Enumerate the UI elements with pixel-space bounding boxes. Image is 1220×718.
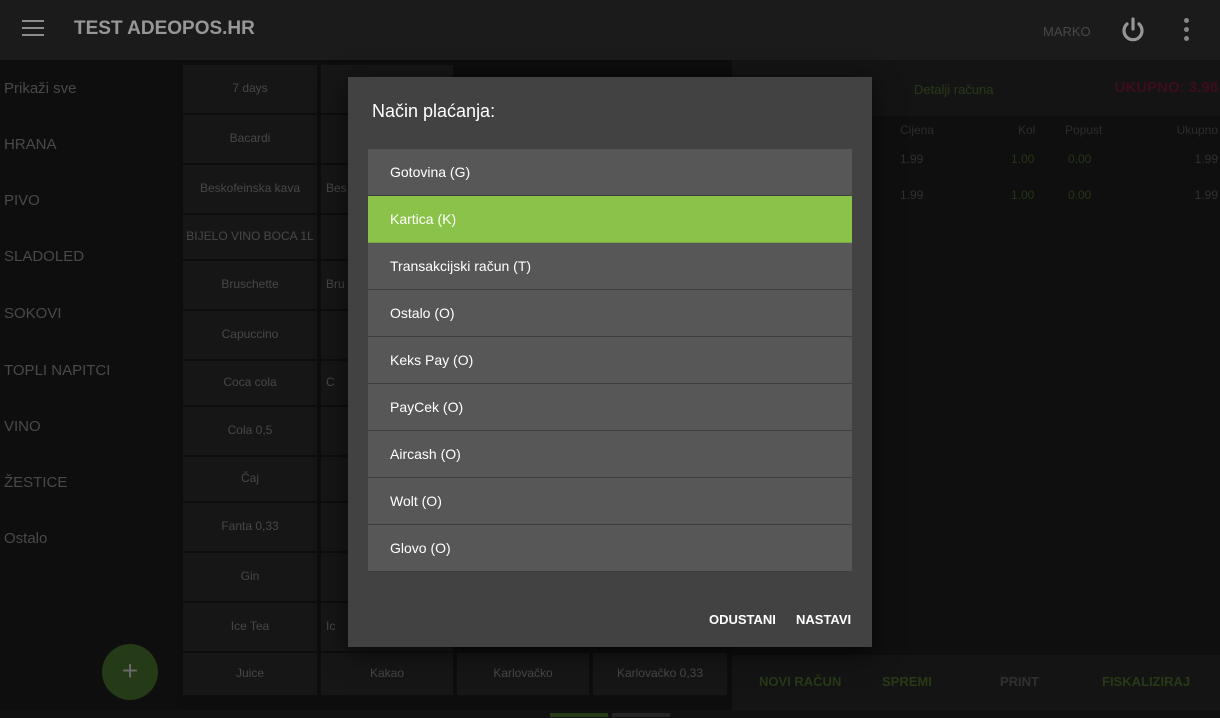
payment-options-list: Gotovina (G) Kartica (K) Transakcijski r… bbox=[368, 149, 852, 572]
payment-option-wolt[interactable]: Wolt (O) bbox=[368, 478, 852, 525]
payment-option-transakcijski[interactable]: Transakcijski račun (T) bbox=[368, 243, 852, 290]
payment-option-paycek[interactable]: PayCek (O) bbox=[368, 384, 852, 431]
cancel-button[interactable]: ODUSTANI bbox=[709, 612, 776, 627]
dialog-title: Način plaćanja: bbox=[372, 101, 496, 121]
payment-method-dialog: Način plaćanja: Gotovina (G) Kartica (K)… bbox=[348, 77, 872, 647]
payment-option-ostalo[interactable]: Ostalo (O) bbox=[368, 290, 852, 337]
payment-option-kartica[interactable]: Kartica (K) bbox=[368, 196, 852, 243]
payment-option-glovo[interactable]: Glovo (O) bbox=[368, 525, 852, 572]
payment-option-gotovina[interactable]: Gotovina (G) bbox=[368, 149, 852, 196]
continue-button[interactable]: NASTAVI bbox=[796, 612, 851, 627]
payment-option-keks-pay[interactable]: Keks Pay (O) bbox=[368, 337, 852, 384]
payment-option-aircash[interactable]: Aircash (O) bbox=[368, 431, 852, 478]
